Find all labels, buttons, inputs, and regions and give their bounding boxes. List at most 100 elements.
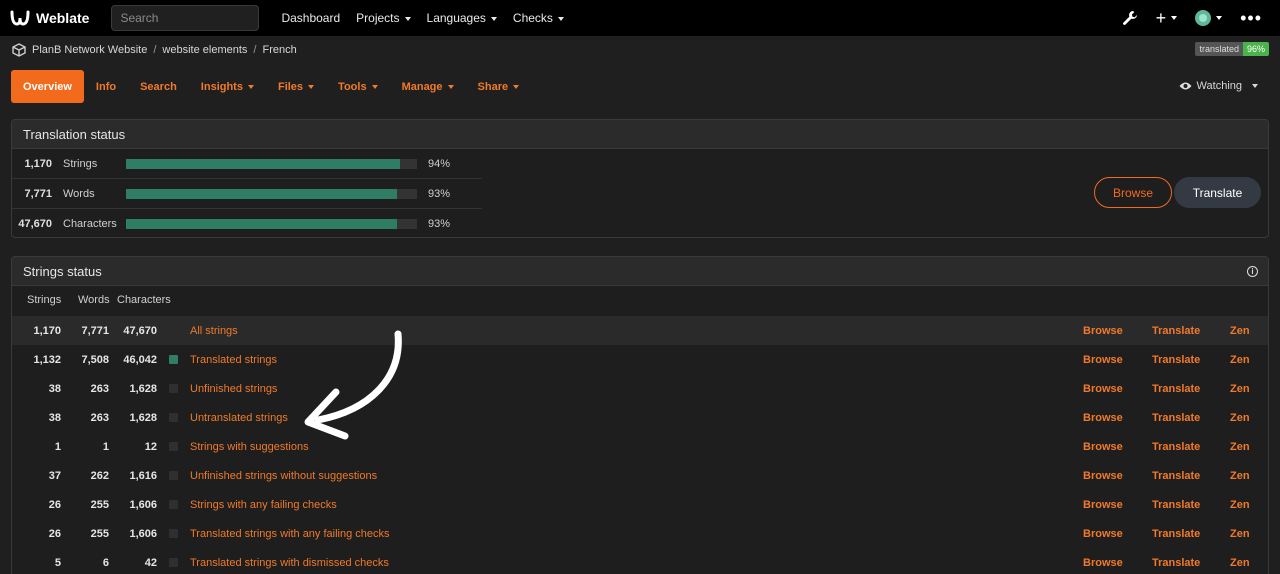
translate-link[interactable]: Translate [1152, 412, 1200, 424]
table-row: 26 255 1,606 Strings with any failing check… [12, 490, 1268, 519]
nav-dashboard[interactable]: Dashboard [281, 11, 340, 25]
info-icon[interactable]: i [1247, 266, 1258, 277]
nav-projects[interactable]: Projects [356, 11, 411, 25]
search-input[interactable] [111, 5, 260, 31]
browse-link[interactable]: Browse [1083, 441, 1123, 453]
table-row: 1,170 7,771 47,670 All strings Browse Transla… [12, 316, 1268, 345]
browse-link[interactable]: Browse [1083, 528, 1123, 540]
zen-link[interactable]: Zen [1230, 325, 1250, 337]
table-row: 38 263 1,628 Unfinished strings Browse Transl… [12, 374, 1268, 403]
status-percent: 93% [428, 218, 451, 230]
tab-search[interactable]: Search [128, 70, 189, 103]
filter-link[interactable]: Translated strings with any failing chec… [190, 528, 390, 540]
tab-overview[interactable]: Overview [11, 70, 84, 103]
browse-link[interactable]: Browse [1083, 383, 1123, 395]
translate-button[interactable]: Translate [1174, 177, 1261, 208]
filter-link[interactable]: Translated strings [190, 354, 277, 366]
zen-link[interactable]: Zen [1230, 528, 1250, 540]
filter-link[interactable]: Untranslated strings [190, 412, 288, 424]
cell-words: 255 [90, 498, 109, 511]
nav-languages[interactable]: Languages [427, 11, 497, 25]
caret-down-icon [308, 84, 315, 89]
tab-info[interactable]: Info [84, 70, 128, 103]
tab-insights[interactable]: Insights [189, 70, 266, 103]
status-row-characters: 47,670 Characters 93% [12, 209, 482, 237]
more-icon[interactable]: ••• [1240, 8, 1262, 29]
panel-title: Translation status [12, 120, 1268, 149]
cell-strings: 26 [48, 527, 61, 540]
add-menu-button[interactable]: + [1156, 9, 1178, 27]
user-menu-button[interactable] [1195, 10, 1223, 26]
cell-words: 6 [102, 556, 109, 569]
top-navbar: Weblate Dashboard Projects Languages Che… [0, 0, 1280, 36]
watching-menu[interactable]: Watching [1179, 80, 1258, 92]
zen-link[interactable]: Zen [1230, 470, 1250, 482]
tab-tools[interactable]: Tools [326, 70, 390, 103]
cell-strings: 38 [48, 382, 61, 395]
breadcrumb: PlanB Network Website / website elements… [0, 36, 1280, 64]
caret-down-icon [1171, 16, 1178, 20]
caret-down-icon [371, 84, 378, 89]
tab-files[interactable]: Files [266, 70, 326, 103]
column-header-strings: Strings [27, 294, 62, 306]
translate-link[interactable]: Translate [1152, 557, 1200, 569]
translate-link[interactable]: Translate [1152, 499, 1200, 511]
panel-title: Strings status i [12, 257, 1268, 286]
filter-link[interactable]: Translated strings with dismissed checks [190, 557, 389, 569]
cell-characters: 1,606 [129, 527, 157, 540]
browse-button[interactable]: Browse [1094, 177, 1172, 208]
wrench-icon[interactable] [1122, 10, 1138, 26]
table-row: 1,132 7,508 46,042 Translated strings Browse… [12, 345, 1268, 374]
status-count: 1,170 [24, 157, 52, 170]
breadcrumb-separator: / [253, 44, 257, 56]
tab-share[interactable]: Share [466, 70, 532, 103]
breadcrumb-project[interactable]: PlanB Network Website [32, 44, 147, 56]
filter-link[interactable]: Unfinished strings [190, 383, 277, 395]
progress-fill [126, 219, 397, 229]
filter-link[interactable]: Strings with suggestions [190, 441, 309, 453]
weblate-logo-link[interactable]: Weblate [10, 10, 89, 26]
browse-link[interactable]: Browse [1083, 354, 1123, 366]
breadcrumb-language[interactable]: French [262, 44, 296, 56]
filter-link[interactable]: Strings with any failing checks [190, 499, 337, 511]
table-row: 38 263 1,628 Untranslated strings Browse Tran… [12, 403, 1268, 432]
cell-characters: 12 [144, 440, 157, 453]
caret-down-icon [447, 84, 454, 89]
tab-manage[interactable]: Manage [390, 70, 466, 103]
translate-link[interactable]: Translate [1152, 325, 1200, 337]
status-swatch [169, 413, 178, 422]
nav-checks[interactable]: Checks [513, 11, 564, 25]
browse-link[interactable]: Browse [1083, 470, 1123, 482]
status-swatch [169, 355, 178, 364]
translate-link[interactable]: Translate [1152, 354, 1200, 366]
status-row-strings: 1,170 Strings 94% [12, 149, 482, 179]
filter-link[interactable]: Unfinished strings without suggestions [190, 470, 377, 482]
cell-words: 263 [90, 382, 109, 395]
cell-words: 1 [102, 440, 109, 453]
caret-down-icon [513, 84, 520, 89]
zen-link[interactable]: Zen [1230, 412, 1250, 424]
eye-icon [1179, 82, 1192, 90]
cell-characters: 1,616 [129, 469, 157, 482]
zen-link[interactable]: Zen [1230, 441, 1250, 453]
cell-strings: 1,132 [33, 353, 61, 366]
caret-down-icon [557, 16, 564, 21]
cell-characters: 1,606 [129, 498, 157, 511]
filter-link[interactable]: All strings [190, 325, 238, 337]
avatar [1195, 10, 1212, 26]
status-swatch [169, 442, 178, 451]
cell-characters: 42 [144, 556, 157, 569]
translate-link[interactable]: Translate [1152, 441, 1200, 453]
browse-link[interactable]: Browse [1083, 412, 1123, 424]
zen-link[interactable]: Zen [1230, 499, 1250, 511]
breadcrumb-component[interactable]: website elements [162, 44, 247, 56]
browse-link[interactable]: Browse [1083, 499, 1123, 511]
zen-link[interactable]: Zen [1230, 354, 1250, 366]
browse-link[interactable]: Browse [1083, 325, 1123, 337]
zen-link[interactable]: Zen [1230, 383, 1250, 395]
zen-link[interactable]: Zen [1230, 557, 1250, 569]
translate-link[interactable]: Translate [1152, 470, 1200, 482]
translate-link[interactable]: Translate [1152, 383, 1200, 395]
browse-link[interactable]: Browse [1083, 557, 1123, 569]
translate-link[interactable]: Translate [1152, 528, 1200, 540]
